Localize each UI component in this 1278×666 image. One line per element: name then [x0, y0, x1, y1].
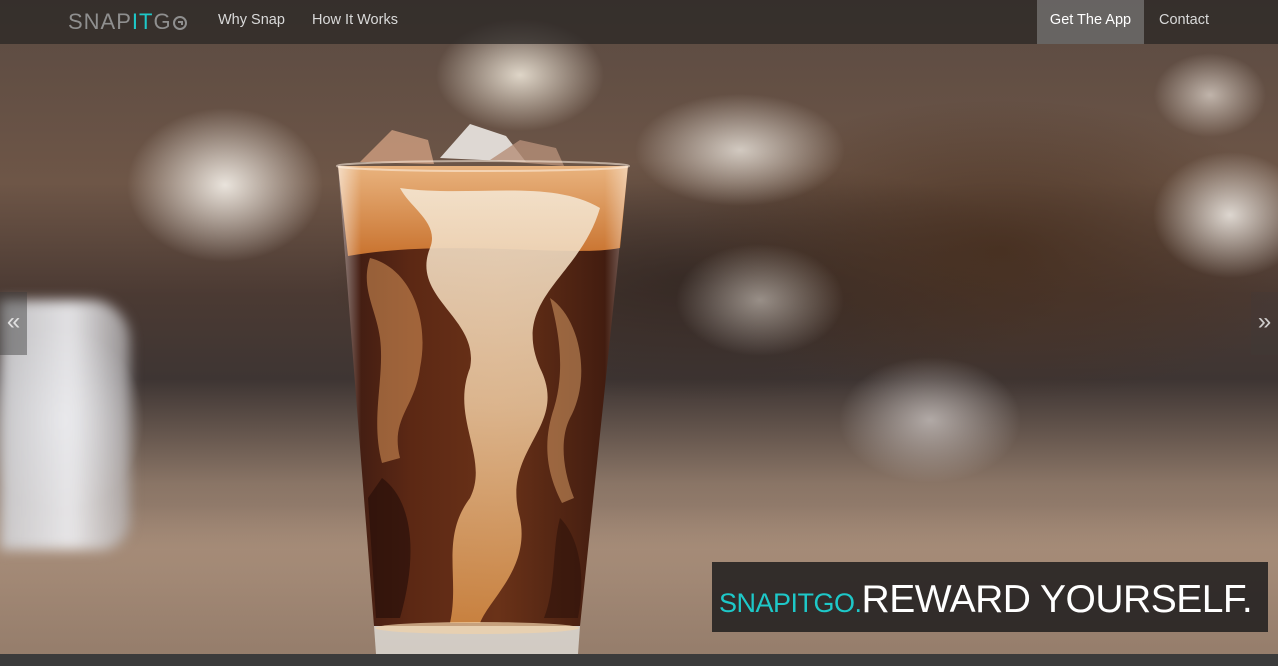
navbar: SNAPITG Why Snap How It Works Get The Ap… [0, 0, 1278, 44]
logo-snap: SNAP [68, 9, 132, 34]
iced-coffee-glass [330, 118, 640, 654]
chevron-double-left-icon: « [6, 308, 21, 335]
logo-it: IT [131, 9, 154, 34]
hero-image [0, 0, 1278, 654]
hero-caption: SNAPITGO.REWARD YOURSELF. [712, 562, 1268, 632]
nav-how-it-works[interactable]: How It Works [312, 0, 398, 44]
carousel-prev-button[interactable]: « [0, 292, 27, 355]
chevron-double-right-icon: » [1257, 308, 1272, 335]
caption-brand: SNAPITGO. [719, 588, 862, 618]
caption-headline: REWARD YOURSELF. [861, 578, 1253, 621]
section-divider [0, 654, 1278, 666]
logo-arrow-icon [172, 16, 187, 30]
page: SNAPITG Why Snap How It Works Get The Ap… [0, 0, 1278, 666]
brand-logo[interactable]: SNAPITG [68, 9, 187, 35]
nav-contact[interactable]: Contact [1159, 0, 1209, 44]
get-the-app-button[interactable]: Get The App [1037, 0, 1144, 44]
logo-g: G [153, 9, 172, 34]
carousel-next-button[interactable]: » [1251, 292, 1278, 355]
nav-why-snap[interactable]: Why Snap [218, 0, 285, 44]
